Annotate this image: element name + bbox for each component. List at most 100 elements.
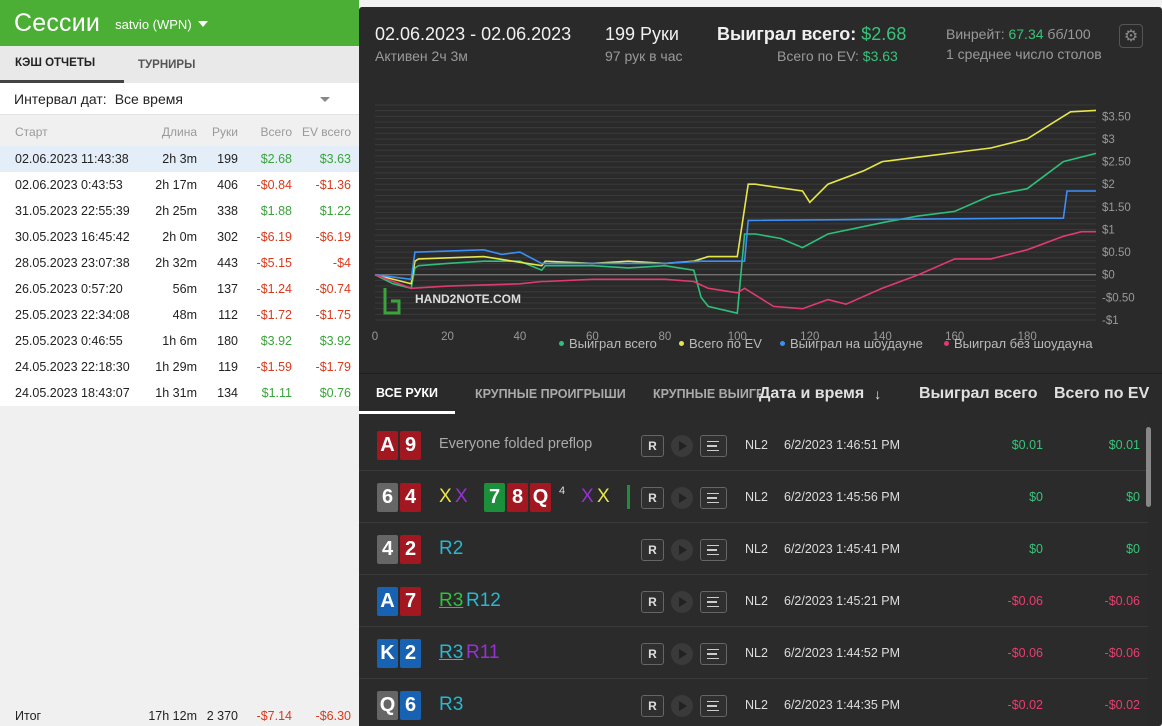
- table-row[interactable]: 30.05.2023 16:45:42 2h 0m 302 -$6.19 -$6.19: [0, 224, 359, 250]
- sort-arrow-icon[interactable]: ↓: [874, 386, 881, 402]
- avg-tables: 1 среднее число столов: [946, 46, 1102, 62]
- table-row[interactable]: 26.05.2023 0:57:20 56m 137 -$1.24 -$0.74: [0, 276, 359, 302]
- hand-history-icon[interactable]: [700, 539, 727, 561]
- legend-item[interactable]: Выиграл без шоудауна: [944, 336, 1093, 351]
- hand-history-icon[interactable]: [700, 591, 727, 613]
- table-row[interactable]: 24.05.2023 18:43:07 1h 31m 134 $1.11 $0.76: [0, 380, 359, 406]
- session-start: 02.06.2023 0:43:53: [15, 178, 123, 192]
- hand-action: R3: [439, 694, 464, 715]
- session-start: 25.05.2023 0:46:55: [15, 334, 123, 348]
- play-icon[interactable]: [671, 435, 693, 457]
- play-icon[interactable]: [671, 591, 693, 613]
- col-hands[interactable]: Руки: [197, 125, 238, 139]
- tab-big-losses[interactable]: КРУПНЫЕ ПРОИГРЫШИ: [475, 374, 626, 414]
- legend-dot-icon: [679, 341, 684, 346]
- date-interval: Интервал дат: Все время: [0, 83, 359, 115]
- session-hands: 443: [217, 256, 238, 270]
- tab-all-hands[interactable]: ВСЕ РУКИ: [359, 374, 455, 414]
- replay-button[interactable]: R: [641, 643, 664, 665]
- col-total[interactable]: Всего: [238, 125, 292, 139]
- replay-button[interactable]: R: [641, 695, 664, 717]
- table-row[interactable]: 24.05.2023 22:18:30 1h 29m 119 -$1.59 -$1.79: [0, 354, 359, 380]
- account-selector[interactable]: satvio (WPN): [115, 17, 192, 32]
- hole-card: 2: [400, 639, 421, 668]
- col-ev-total[interactable]: EV всего: [292, 125, 354, 139]
- table-row[interactable]: 28.05.2023 23:07:38 2h 32m 443 -$5.15 -$4: [0, 250, 359, 276]
- chevron-down-icon[interactable]: [197, 21, 208, 27]
- session-start: 30.05.2023 16:45:42: [15, 230, 130, 244]
- footer-label: Итог: [15, 709, 42, 723]
- footer-hands: 2 370: [206, 709, 238, 723]
- hand-ev: $0: [1126, 490, 1140, 504]
- replay-button[interactable]: R: [641, 435, 664, 457]
- session-total: -$6.19: [256, 230, 292, 244]
- legend-item[interactable]: Всего по EV: [679, 336, 762, 351]
- tab-cash-reports[interactable]: КЭШ ОТЧЕТЫ: [0, 46, 124, 83]
- ev-value: $3.63: [862, 48, 898, 64]
- col-date-time[interactable]: Дата и время ↓: [759, 374, 881, 414]
- hand-history-icon[interactable]: [700, 643, 727, 665]
- series-line: [374, 152, 1097, 315]
- legend-label: Выиграл всего: [569, 336, 657, 351]
- session-hands: 406: [217, 178, 238, 192]
- won-total: Выиграл всего: $2.68: [717, 24, 906, 45]
- session-start: 25.05.2023 22:34:08: [15, 308, 130, 322]
- legend-item[interactable]: Выиграл всего: [559, 336, 657, 351]
- table-row[interactable]: 25.05.2023 0:46:55 1h 6m 180 $3.92 $3.92: [0, 328, 359, 354]
- play-icon[interactable]: [671, 487, 693, 509]
- play-icon[interactable]: [671, 643, 693, 665]
- hand-row[interactable]: A 9 Everyone folded preflop R NL2 6/2/2023 1:…: [359, 419, 1148, 471]
- col-ev-total[interactable]: Всего по EV: [1054, 374, 1149, 414]
- replay-button[interactable]: R: [641, 539, 664, 561]
- sessions-table: Старт Длина Руки Всего EV всего 02.06.20…: [0, 118, 359, 406]
- session-length: 2h 25m: [155, 204, 197, 218]
- hand-history-icon[interactable]: [700, 695, 727, 717]
- hands-scrollbar[interactable]: [1146, 427, 1151, 507]
- legend-item[interactable]: Выиграл на шоудауне: [780, 336, 923, 351]
- table-row[interactable]: 31.05.2023 22:55:39 2h 25m 338 $1.88 $1.22: [0, 198, 359, 224]
- winrate: Винрейт: 67.34 бб/100: [946, 26, 1091, 42]
- hand-row[interactable]: A 7 R3 R12 R NL2 6/2/2023 1:45:21 PM -$0.06 -$0.…: [359, 575, 1148, 627]
- table-row[interactable]: 25.05.2023 22:34:08 48m 112 -$1.72 -$1.75: [0, 302, 359, 328]
- hole-card: 2: [400, 535, 421, 564]
- hand-row[interactable]: 4 2 R2 R NL2 6/2/2023 1:45:41 PM $0 $0: [359, 523, 1148, 575]
- session-hands: 180: [217, 334, 238, 348]
- hand-row[interactable]: K 2 R3 R11 R NL2 6/2/2023 1:44:52 PM -$0.06 -$0.…: [359, 627, 1148, 679]
- replay-button[interactable]: R: [641, 591, 664, 613]
- session-stats: 02.06.2023 - 02.06.2023 Активен 2ч 3м 19…: [359, 7, 1162, 73]
- page-title: Сессии: [14, 8, 101, 37]
- table-row[interactable]: 02.06.2023 0:43:53 2h 17m 406 -$0.84 -$1.36: [0, 172, 359, 198]
- hole-card: Q: [377, 691, 398, 720]
- villain-card-x: X: [581, 486, 594, 507]
- hand-history-icon[interactable]: [700, 435, 727, 457]
- hand-history-icon[interactable]: [700, 487, 727, 509]
- session-length: 1h 6m: [162, 334, 197, 348]
- hand-won: $0.01: [1011, 438, 1043, 452]
- tab-big-wins[interactable]: КРУПНЫЕ ВЫИГРЫШИ: [653, 374, 761, 414]
- hand-row[interactable]: Q 6 R3 R NL2 6/2/2023 1:44:35 PM -$0.02 -$0.02: [359, 679, 1148, 726]
- hands-list: A 9 Everyone folded preflop R NL2 6/2/2023 1:…: [359, 419, 1148, 726]
- play-icon[interactable]: [671, 539, 693, 561]
- hand-row[interactable]: 6 4 X X 7 8 Q 4 X X R NL2 6/2/2023 1:45:56 PM $0 $0: [359, 471, 1148, 523]
- session-total: -$1.72: [256, 308, 292, 322]
- session-length: 48m: [172, 308, 197, 322]
- tab-tournaments[interactable]: ТУРНИРЫ: [124, 46, 210, 83]
- session-ev: $3.63: [319, 152, 351, 166]
- board-count: 4: [559, 485, 566, 497]
- session-total: -$1.24: [256, 282, 292, 296]
- hand-action: R3: [439, 642, 464, 663]
- col-won-total[interactable]: Выиграл всего: [919, 374, 1037, 414]
- hand-action: Everyone folded preflop: [439, 436, 593, 452]
- col-length[interactable]: Длина: [140, 125, 197, 139]
- session-ev: -$6.19: [315, 230, 351, 244]
- col-start[interactable]: Старт: [0, 125, 140, 139]
- hand-date: 6/2/2023 1:45:56 PM: [784, 490, 901, 504]
- replay-button[interactable]: R: [641, 487, 664, 509]
- interval-select[interactable]: Все время: [115, 91, 330, 107]
- play-icon[interactable]: [671, 695, 693, 717]
- table-row[interactable]: 02.06.2023 11:43:38 2h 3m 199 $2.68 $3.63: [0, 146, 359, 172]
- gear-icon[interactable]: ⚙: [1119, 24, 1143, 48]
- session-total: $3.92: [260, 334, 292, 348]
- interval-value: Все время: [114, 90, 183, 107]
- dropdown-arrow-icon[interactable]: [319, 96, 330, 102]
